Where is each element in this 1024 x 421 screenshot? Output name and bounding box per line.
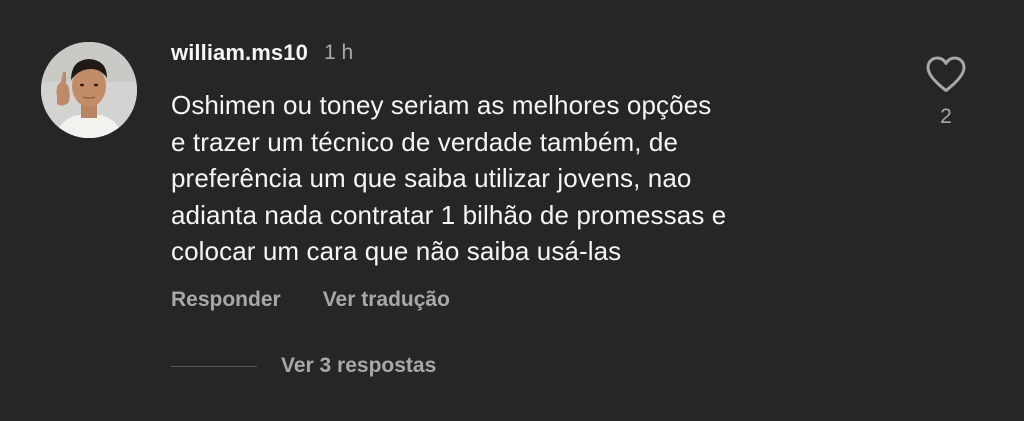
comment-text-line: preferência um que saiba utilizar jovens… [171, 163, 692, 193]
comment-timestamp: 1 h [323, 41, 354, 64]
like-count: 2 [940, 105, 952, 128]
replies-divider [171, 365, 257, 367]
comment-text-line: Oshimen ou toney seriam as melhores opçõ… [171, 90, 712, 120]
comment-body: Oshimen ou toney seriam as melhores opçõ… [171, 87, 871, 270]
comment: william.ms10 1 h Oshimen ou toney seriam… [0, 0, 1024, 421]
avatar-photo [41, 42, 137, 138]
view-replies-label: Ver 3 respostas [281, 354, 437, 377]
view-replies-button[interactable]: Ver 3 respostas [171, 350, 436, 382]
translate-button[interactable]: Ver tradução [323, 288, 450, 312]
comment-text-line: colocar um cara que não saiba usá-las [171, 236, 622, 266]
heart-outline-icon[interactable] [924, 54, 968, 94]
comment-actions: Responder Ver tradução [171, 284, 450, 316]
comment-header: william.ms10 1 h [171, 38, 353, 68]
username[interactable]: william.ms10 [171, 40, 308, 66]
avatar[interactable] [41, 42, 137, 138]
reply-button[interactable]: Responder [171, 288, 281, 312]
comment-text-line: e trazer um técnico de verdade também, d… [171, 126, 679, 157]
comment-text-line: adianta nada contratar 1 bilhão de prome… [171, 199, 727, 230]
like-control: 2 [922, 54, 970, 129]
